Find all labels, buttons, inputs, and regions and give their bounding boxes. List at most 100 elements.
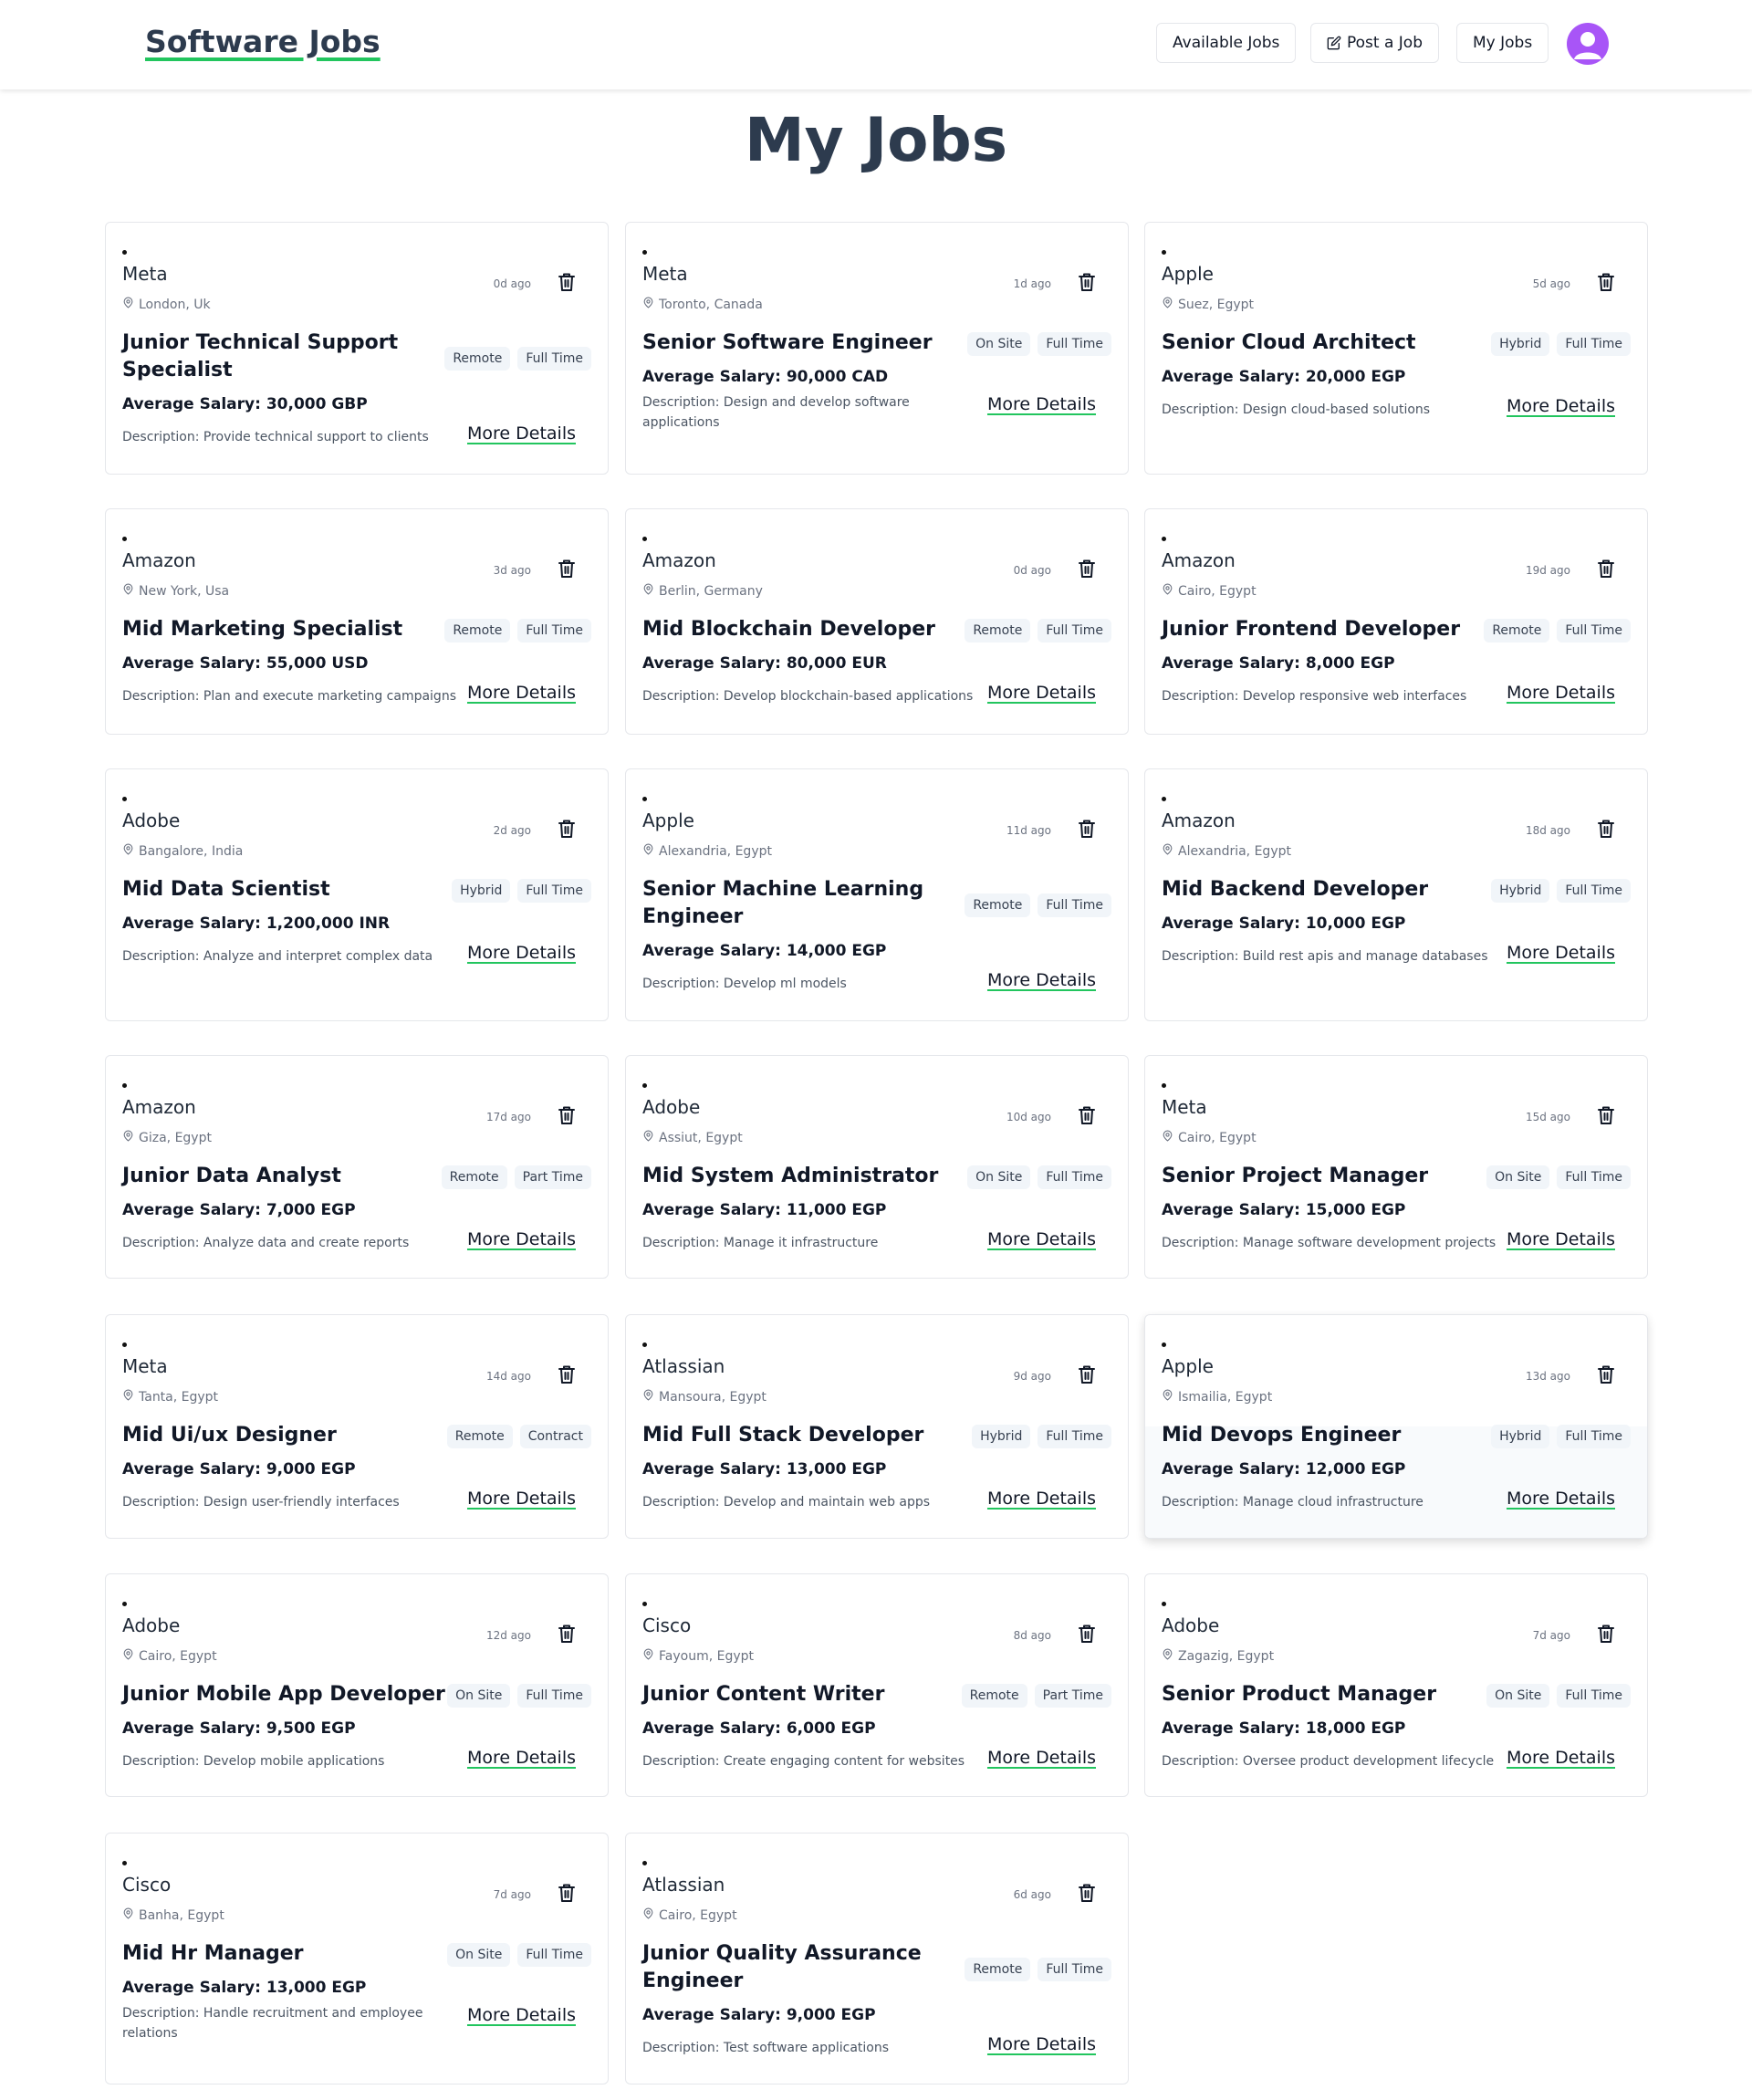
trash-icon[interactable] — [1078, 819, 1096, 839]
trash-icon[interactable] — [1597, 1364, 1615, 1384]
company-name: Apple — [1162, 1355, 1214, 1377]
more-details-link[interactable]: More Details — [467, 1229, 576, 1249]
job-card: Meta Cairo, Egypt 15d ago Senior Project Ma… — [1144, 1055, 1648, 1279]
trash-icon[interactable] — [1597, 819, 1615, 839]
location-text: Cairo, Egypt — [1178, 583, 1257, 599]
job-description: Description: Test software applications — [642, 2041, 890, 2055]
job-tags: Remote Contract — [446, 1425, 591, 1448]
trash-icon[interactable] — [1597, 559, 1615, 579]
job-location: Cairo, Egypt — [122, 1647, 217, 1665]
company-name: Adobe — [122, 1614, 181, 1636]
job-description: Description: Develop ml models — [642, 977, 847, 991]
posted-ago: 10d ago — [1006, 1111, 1051, 1123]
user-avatar[interactable] — [1567, 23, 1609, 65]
location-text: Assiut, Egypt — [659, 1130, 743, 1145]
average-salary: Average Salary: 9,000 EGP — [122, 1460, 356, 1478]
more-details-link[interactable]: More Details — [987, 394, 1096, 414]
trash-icon[interactable] — [558, 1105, 576, 1125]
trash-icon[interactable] — [558, 1364, 576, 1384]
more-details-link[interactable]: More Details — [467, 2005, 576, 2025]
bullet-dot — [642, 1083, 647, 1088]
job-card: Atlassian Mansoura, Egypt 9d ago Mid Full S… — [625, 1314, 1129, 1539]
map-pin-icon — [122, 582, 134, 600]
trash-icon[interactable] — [1078, 1364, 1096, 1384]
more-details-link[interactable]: More Details — [1507, 683, 1615, 703]
more-details-link[interactable]: More Details — [987, 1229, 1096, 1249]
job-title: Mid Hr Manager — [122, 1942, 304, 1965]
more-details-link[interactable]: More Details — [467, 1489, 576, 1509]
trash-icon[interactable] — [1078, 1105, 1096, 1125]
job-location: Cairo, Egypt — [642, 1907, 737, 1924]
job-title: Senior Project Manager — [1162, 1165, 1429, 1187]
post-job-button[interactable]: Post a Job — [1310, 23, 1439, 63]
job-card: Adobe Zagazig, Egypt 7d ago Senior Product … — [1144, 1573, 1648, 1797]
job-title: Junior Mobile App Developer — [122, 1683, 445, 1706]
more-details-link[interactable]: More Details — [1507, 943, 1615, 963]
map-pin-icon — [122, 1647, 134, 1665]
more-details-link[interactable]: More Details — [987, 683, 1096, 703]
available-jobs-button[interactable]: Available Jobs — [1156, 23, 1297, 63]
job-description: Description: Design user-friendly interf… — [122, 1495, 400, 1510]
trash-icon[interactable] — [558, 1624, 576, 1644]
employment-type-tag: Full Time — [1038, 1165, 1111, 1189]
job-title: Senior Machine Learning Engineer — [642, 878, 924, 928]
location-text: Suez, Egypt — [1178, 297, 1255, 312]
job-card: Amazon Cairo, Egypt 19d ago Junior Frontend… — [1144, 508, 1648, 735]
job-card: Adobe Assiut, Egypt 10d ago Mid System Admi… — [625, 1055, 1129, 1279]
navbar: Software Jobs Available Jobs Post a Job … — [0, 0, 1752, 89]
more-details-link[interactable]: More Details — [1507, 1748, 1615, 1768]
more-details-link[interactable]: More Details — [467, 683, 576, 703]
more-details-link[interactable]: More Details — [467, 423, 576, 444]
trash-icon[interactable] — [1078, 1624, 1096, 1644]
employment-type-tag: Full Time — [517, 619, 591, 643]
employment-type-tag: Contract — [519, 1425, 591, 1448]
job-location: Alexandria, Egypt — [642, 842, 772, 860]
more-details-link[interactable]: More Details — [1507, 396, 1615, 416]
trash-icon[interactable] — [1078, 559, 1096, 579]
average-salary: Average Salary: 30,000 GBP — [122, 395, 368, 413]
bullet-dot — [122, 1343, 127, 1347]
job-card: Atlassian Cairo, Egypt 6d ago Junior Qualit… — [625, 1833, 1129, 2084]
job-location: London, Uk — [122, 296, 211, 313]
job-tags: On Site Full Time — [447, 1684, 591, 1708]
trash-icon[interactable] — [558, 272, 576, 292]
work-mode-tag: Remote — [444, 619, 511, 643]
bullet-dot — [1162, 1602, 1166, 1606]
average-salary: Average Salary: 11,000 EGP — [642, 1201, 887, 1219]
employment-type-tag: Full Time — [1038, 332, 1111, 356]
work-mode-tag: Remote — [965, 1958, 1031, 1981]
average-salary: Average Salary: 12,000 EGP — [1162, 1460, 1406, 1478]
job-location: Bangalore, India — [122, 842, 243, 860]
posted-ago: 7d ago — [493, 1888, 531, 1901]
brand-logo[interactable]: Software Jobs — [145, 24, 381, 59]
job-description: Description: Manage software development… — [1162, 1236, 1496, 1250]
trash-icon[interactable] — [1597, 272, 1615, 292]
average-salary: Average Salary: 13,000 EGP — [122, 1979, 367, 1997]
trash-icon[interactable] — [558, 819, 576, 839]
map-pin-icon — [1162, 582, 1173, 600]
more-details-link[interactable]: More Details — [987, 1489, 1096, 1509]
more-details-link[interactable]: More Details — [1507, 1229, 1615, 1249]
map-pin-icon — [122, 1907, 134, 1924]
bullet-dot — [642, 1861, 647, 1865]
trash-icon[interactable] — [1078, 1883, 1096, 1903]
more-details-link[interactable]: More Details — [987, 1748, 1096, 1768]
job-tags: Hybrid Full Time — [452, 879, 591, 903]
more-details-link[interactable]: More Details — [1507, 1489, 1615, 1509]
location-text: Cairo, Egypt — [139, 1648, 217, 1664]
job-tags: On Site Full Time — [967, 1165, 1111, 1189]
trash-icon[interactable] — [1078, 272, 1096, 292]
more-details-link[interactable]: More Details — [467, 1748, 576, 1768]
more-details-link[interactable]: More Details — [987, 2034, 1096, 2054]
job-title: Junior Technical Support Specialist — [122, 331, 399, 381]
job-tags: Remote Full Time — [444, 347, 591, 371]
more-details-link[interactable]: More Details — [987, 970, 1096, 990]
my-jobs-button[interactable]: My Jobs — [1456, 23, 1549, 63]
trash-icon[interactable] — [558, 559, 576, 579]
trash-icon[interactable] — [1597, 1105, 1615, 1125]
map-pin-icon — [122, 296, 134, 313]
job-location: Assiut, Egypt — [642, 1129, 743, 1146]
more-details-link[interactable]: More Details — [467, 943, 576, 963]
trash-icon[interactable] — [1597, 1624, 1615, 1644]
trash-icon[interactable] — [558, 1883, 576, 1903]
